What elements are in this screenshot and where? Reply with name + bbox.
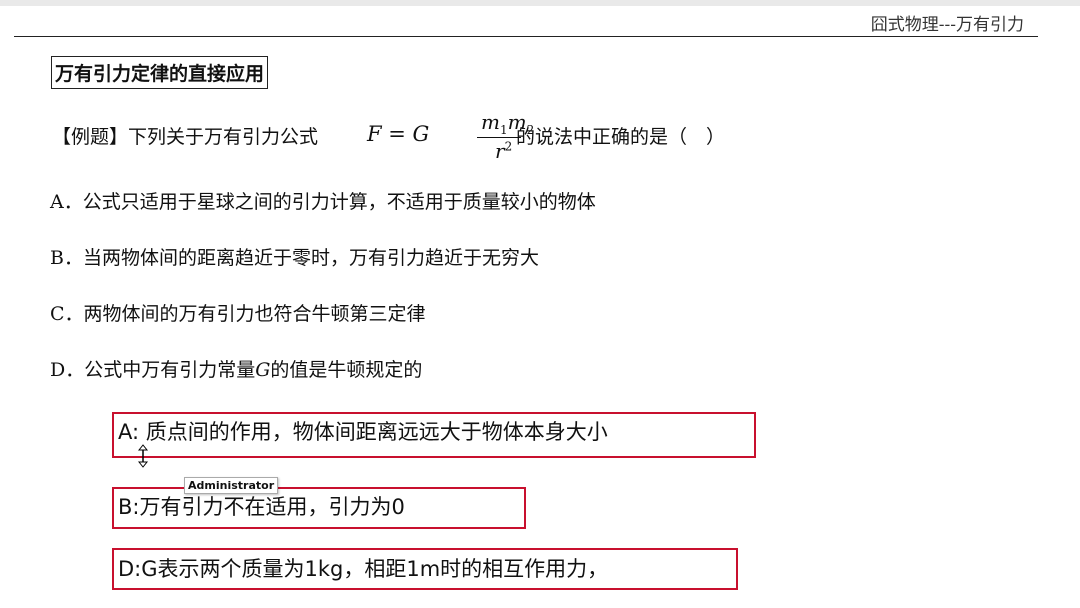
option-a: A．公式只适用于星球之间的引力计算，不适用于质量较小的物体 bbox=[50, 191, 596, 213]
question-tail: 的说法中正确的是（ ） bbox=[516, 126, 726, 148]
resize-cursor-icon bbox=[137, 444, 149, 468]
fraction-bar bbox=[477, 137, 521, 138]
constant-g: G bbox=[255, 359, 271, 381]
formula-denominator: r2 bbox=[495, 139, 513, 163]
formula-lhs: F = G bbox=[367, 122, 430, 146]
question-lead: 【例题】下列关于万有引力公式 bbox=[52, 126, 319, 148]
annotation-a: A: 质点间的作用，物体间距离远远大于物体本身大小 bbox=[112, 412, 756, 458]
annotation-d: D:G表示两个质量为1kg，相距1m时的相互作用力， bbox=[112, 548, 738, 590]
section-title: 万有引力定律的直接应用 bbox=[51, 56, 269, 89]
option-b: B．当两物体间的距离趋近于零时，万有引力趋近于无穷大 bbox=[50, 247, 539, 269]
window-top-band bbox=[0, 0, 1080, 6]
option-c: C．两物体间的万有引力也符合牛顿第三定律 bbox=[50, 303, 426, 325]
header-rule bbox=[14, 36, 1038, 37]
gravitation-formula: F = G m1m2 r2 bbox=[367, 110, 534, 168]
header-title: 囧式物理---万有引力 bbox=[870, 15, 1024, 35]
annotation-b: B:万有引力不在适用，引力为0 bbox=[112, 487, 526, 529]
author-tooltip: Administrator bbox=[184, 477, 279, 494]
example-question: 【例题】下列关于万有引力公式 F = G m1m2 r2 的说法中正确的是（ ） bbox=[52, 110, 852, 168]
option-d: D．公式中万有引力常量G的值是牛顿规定的 bbox=[50, 359, 423, 381]
